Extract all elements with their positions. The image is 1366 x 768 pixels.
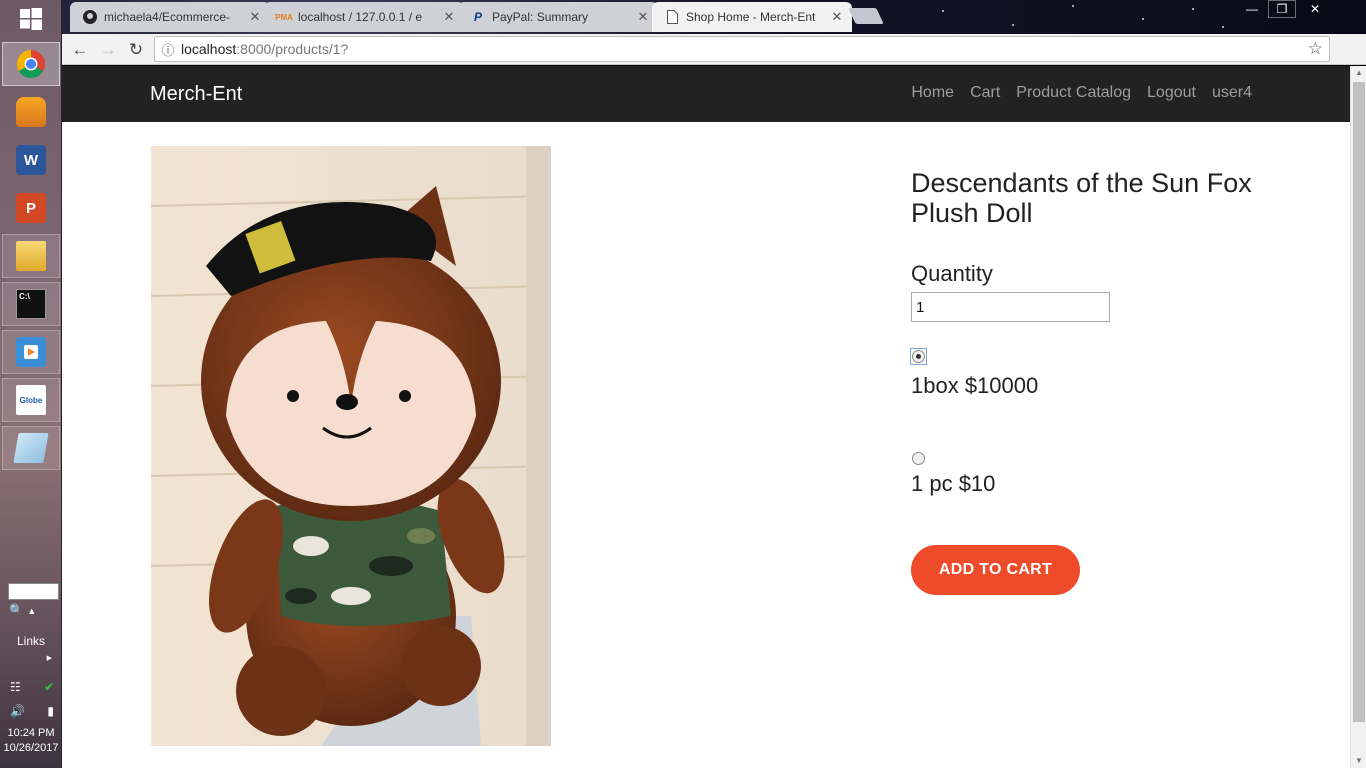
nav-home[interactable]: Home [911,84,954,102]
option-box: 1box $10000 [910,348,1271,399]
option-piece: 1 pc $10 [911,452,1271,497]
nav-product-catalog[interactable]: Product Catalog [1016,84,1131,102]
reload-icon[interactable]: ↻ [124,38,148,62]
paypal-icon: P [473,10,482,24]
taskbar-links-toolbar[interactable]: Links ▶ [0,634,62,662]
links-label: Links [16,634,45,648]
terminal-icon: C:\ [16,289,46,319]
chevron-right-icon[interactable]: ▶ [0,654,62,662]
scrollbar-thumb[interactable] [1353,82,1365,722]
quantity-label: Quantity [911,261,993,286]
bookmark-star-icon[interactable]: ☆ [1308,39,1323,59]
tab-phpmyadmin[interactable]: PMA localhost / 127.0.0.1 / e ✕ [264,2,464,32]
media-player-icon [16,337,46,367]
nav-cart[interactable]: Cart [970,84,1000,102]
nav-user[interactable]: user4 [1212,84,1252,102]
info-icon[interactable]: ⓘ [155,40,181,59]
back-arrow-icon[interactable]: ← [68,38,92,62]
chevron-up-icon[interactable]: ▲ [27,606,36,616]
url-host: localhost [181,41,237,57]
scroll-down-icon[interactable]: ▼ [1351,754,1366,768]
option-box-label: 1box $10000 [911,373,1039,398]
taskbar-chrome[interactable] [2,42,60,86]
network-icon[interactable]: ☷ [10,680,21,694]
option-piece-label: 1 pc $10 [911,471,996,496]
scroll-up-icon[interactable]: ▲ [1351,66,1366,80]
minimize-icon[interactable]: — [1238,0,1266,18]
power-icon[interactable]: ▮ [47,704,54,718]
url-path: :8000/products/1? [236,41,349,57]
page-scrollbar[interactable]: ▲ ▼ [1350,66,1366,768]
tab-github[interactable]: michaela4/Ecommerce- ✕ [70,2,270,32]
tab-title: PayPal: Summary [492,10,589,24]
page-viewport: Merch-Ent Home Cart Product Catalog Logo… [62,66,1350,768]
taskbar-file-explorer[interactable] [2,234,60,278]
product-details: Descendants of the Sun Fox Plush Doll Qu… [910,168,1271,595]
browser-toolbar: ← → ↻ ⓘ localhost:8000/products/1? ☆ [62,34,1366,65]
tab-close-icon[interactable]: ✕ [830,9,844,25]
option-box-radio-wrap [910,348,927,365]
clock-date: 10/26/2017 [3,742,59,754]
tab-title: localhost / 127.0.0.1 / e [298,10,423,24]
chrome-icon [17,50,45,78]
tab-title: Shop Home - Merch-Ent [686,10,816,24]
security-shield-icon[interactable]: ✔ [44,680,54,694]
taskbar-media-player[interactable] [2,330,60,374]
product-image [151,146,551,746]
tab-title: michaela4/Ecommerce- [104,10,231,24]
product-title: Descendants of the Sun Fox Plush Doll [911,168,1252,228]
taskbar-globe-broadband[interactable]: Globe [2,378,60,422]
site-navbar: Merch-Ent Home Cart Product Catalog Logo… [62,66,1350,122]
tab-paypal[interactable]: P PayPal: Summary ✕ [458,2,658,32]
quantity-input[interactable] [911,292,1110,322]
option-piece-radio[interactable] [912,452,925,465]
github-icon [82,9,98,25]
backpack-icon [16,97,46,127]
option-box-radio[interactable] [912,350,925,363]
tab-close-icon[interactable]: ✕ [248,9,262,25]
taskbar-clock[interactable]: 10:24 PM 10/26/2017 [0,726,62,756]
clock-time: 10:24 PM [7,727,55,739]
taskbar-search-tools: 🔍 ▲ [9,603,36,617]
nav-logout[interactable]: Logout [1147,84,1196,102]
address-bar[interactable]: ⓘ localhost:8000/products/1? ☆ [154,36,1330,62]
taskbar-command-prompt[interactable]: C:\ [2,282,60,326]
taskbar: W P C:\ Globe 🔍 ▲ Links ▶ ☷ ✔ 🔊 ▮ 10:24 … [0,0,62,768]
powerpoint-icon: P [16,193,46,223]
close-window-icon[interactable]: ✕ [1298,0,1332,18]
tab-shop-home[interactable]: Shop Home - Merch-Ent ✕ [652,2,852,32]
system-tray-row-1: ☷ ✔ [10,680,54,694]
phpmyadmin-icon: PMA [275,12,293,22]
restore-icon[interactable]: ❐ [1268,0,1296,18]
site-brand[interactable]: Merch-Ent [150,83,242,106]
browser-tab-strip: michaela4/Ecommerce- ✕ PMA localhost / 1… [62,0,1366,34]
system-tray-row-2: 🔊 ▮ [10,704,54,718]
notepad-icon [13,433,49,463]
taskbar-word[interactable]: W [2,138,60,182]
taskbar-backpack-app[interactable] [2,90,60,134]
taskbar-notepad-app[interactable] [2,426,60,470]
volume-icon[interactable]: 🔊 [10,704,25,718]
start-button[interactable] [0,0,62,38]
page-icon [664,9,680,25]
word-icon: W [16,145,46,175]
tab-close-icon[interactable]: ✕ [442,9,456,25]
new-tab-button[interactable] [848,8,884,24]
forward-arrow-icon[interactable]: → [96,38,120,62]
tab-close-icon[interactable]: ✕ [636,9,650,25]
taskbar-search-box[interactable] [8,583,59,600]
windows-logo-icon [20,8,42,30]
globe-broadband-icon: Globe [16,385,46,415]
search-icon[interactable]: 🔍 [9,603,24,617]
site-nav-links: Home Cart Product Catalog Logout user4 [895,84,1252,102]
add-to-cart-button[interactable]: ADD TO CART [911,545,1080,595]
folder-icon [16,241,46,271]
taskbar-powerpoint[interactable]: P [2,186,60,230]
